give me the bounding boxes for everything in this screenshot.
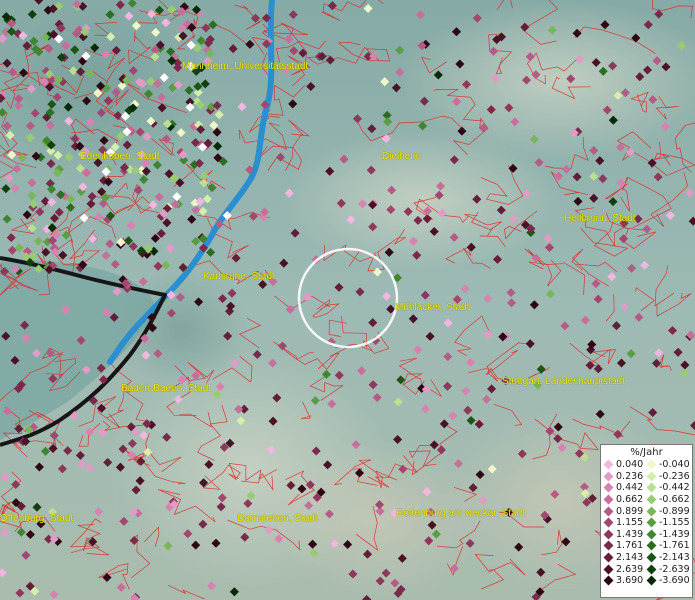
legend-entry-negative: -0.040 — [646, 459, 690, 471]
place-label-baden-baden: Baden-Baden, Stadt — [121, 383, 212, 394]
place-label-edenkoben: Edenkoben, Stadt — [80, 151, 160, 162]
legend-swatch — [603, 575, 614, 586]
legend-entry-negative: -1.439 — [646, 528, 690, 540]
legend-entry-negative: -0.899 — [646, 505, 690, 517]
legend-value: 2.143 — [616, 552, 644, 564]
legend-swatch — [646, 483, 657, 493]
place-label-offenburg: Offenburg, Stadt — [0, 513, 74, 524]
legend-value: -2.143 — [659, 552, 690, 564]
legend-value: 0.899 — [616, 505, 644, 517]
legend-title: %/Jahr — [630, 447, 663, 458]
legend-entry-negative: -0.662 — [646, 494, 690, 506]
legend-row: 1.761 -1.761 — [603, 540, 690, 552]
legend-value: -1.761 — [659, 540, 690, 552]
legend-swatch — [603, 541, 614, 551]
legend-swatch — [603, 506, 614, 517]
place-label-heilbronn: Heilbronn, Stadt — [564, 213, 636, 224]
legend-value: -0.236 — [659, 470, 690, 482]
legend-value: 0.040 — [616, 459, 644, 471]
place-label-dornstetten: Dornstetten, Stadt — [237, 513, 318, 524]
legend-swatch — [603, 483, 614, 493]
place-label-rottenburg: Rottenburg am Neckar, Stadt — [396, 508, 525, 519]
legend-value: 0.442 — [616, 482, 644, 494]
legend-value: 1.439 — [616, 528, 644, 540]
legend-value: -0.040 — [659, 459, 690, 471]
legend-entry-negative: -1.155 — [646, 517, 690, 529]
legend-value: -2.639 — [659, 563, 690, 575]
legend-entry-positive: 0.236 — [603, 470, 647, 482]
legend-swatch — [603, 459, 614, 470]
place-label-karlsruhe: Karlsruhe, Stadt — [203, 271, 275, 282]
legend-entry-negative: -0.236 — [646, 470, 690, 482]
legend-row: 1.155 -1.155 — [603, 517, 690, 529]
legend-swatch — [646, 529, 657, 540]
legend: %/Jahr 0.040 -0.040 0.236 -0.236 0.442 -0.442… — [600, 444, 693, 598]
legend-row: 0.899 -0.899 — [603, 505, 690, 517]
legend-entry-positive: 3.690 — [603, 575, 647, 587]
legend-row: 0.040 -0.040 — [603, 459, 690, 471]
legend-value: 3.690 — [616, 575, 644, 587]
legend-value: -1.155 — [659, 517, 690, 529]
legend-value: -1.439 — [659, 528, 690, 540]
legend-swatch — [646, 471, 657, 482]
legend-swatch — [646, 541, 657, 551]
legend-swatch — [603, 564, 614, 575]
legend-swatch — [646, 494, 657, 505]
place-label-dielheim: Dielheim — [382, 151, 421, 162]
legend-value: 1.761 — [616, 540, 644, 552]
legend-row: 3.690 -3.690 — [603, 575, 690, 587]
legend-swatch — [646, 506, 657, 517]
legend-entry-positive: 2.143 — [603, 552, 647, 564]
legend-row: 2.143 -2.143 — [603, 552, 690, 564]
legend-swatch — [646, 459, 657, 470]
place-label-stuttgart: Stuttgart, Landeshauptstadt — [502, 376, 625, 387]
legend-entry-positive: 1.439 — [603, 528, 647, 540]
legend-entry-positive: 1.155 — [603, 517, 647, 529]
legend-entry-positive: 0.662 — [603, 494, 647, 506]
legend-row: 1.439 -1.439 — [603, 528, 690, 541]
legend-entry-negative: -2.639 — [646, 563, 690, 575]
legend-swatch — [646, 564, 657, 575]
legend-value: 2.639 — [616, 563, 644, 575]
legend-entry-positive: 1.761 — [603, 540, 647, 552]
legend-swatch — [646, 517, 657, 528]
map-canvas[interactable] — [0, 0, 695, 600]
legend-swatch — [603, 471, 614, 482]
place-label-mannheim: Mannheim, Universitätsstadt — [182, 61, 309, 72]
legend-swatch — [646, 575, 657, 586]
legend-row: 0.442 -0.442 — [603, 482, 690, 494]
legend-entry-negative: -2.143 — [646, 552, 690, 564]
legend-row: 2.639 -2.639 — [603, 563, 690, 575]
legend-entry-negative: -1.761 — [646, 540, 690, 552]
legend-swatch — [603, 552, 614, 563]
legend-swatch — [603, 529, 614, 540]
legend-entry-positive: 0.040 — [603, 459, 647, 471]
legend-value: -0.899 — [659, 505, 690, 517]
legend-entry-negative: -0.442 — [646, 482, 690, 494]
legend-entry-positive: 2.639 — [603, 563, 647, 575]
legend-value: 1.155 — [616, 517, 644, 529]
legend-swatch — [603, 494, 614, 505]
legend-value: -0.662 — [659, 494, 690, 506]
legend-value: -3.690 — [659, 575, 690, 587]
legend-value: 0.236 — [616, 470, 644, 482]
legend-row: 0.662 -0.662 — [603, 494, 690, 506]
legend-row: 0.236 -0.236 — [603, 470, 690, 483]
legend-swatch — [603, 517, 614, 528]
legend-value: 0.662 — [616, 494, 644, 506]
legend-entry-positive: 0.442 — [603, 482, 647, 494]
place-label-muehlacker: Mühlacker, Stadt — [395, 302, 470, 313]
legend-rows: 0.040 -0.040 0.236 -0.236 0.442 -0.442 0.662 -0… — [603, 459, 690, 587]
legend-entry-negative: -3.690 — [646, 575, 690, 587]
legend-entry-positive: 0.899 — [603, 505, 647, 517]
legend-swatch — [646, 552, 657, 563]
legend-value: -0.442 — [659, 482, 690, 494]
